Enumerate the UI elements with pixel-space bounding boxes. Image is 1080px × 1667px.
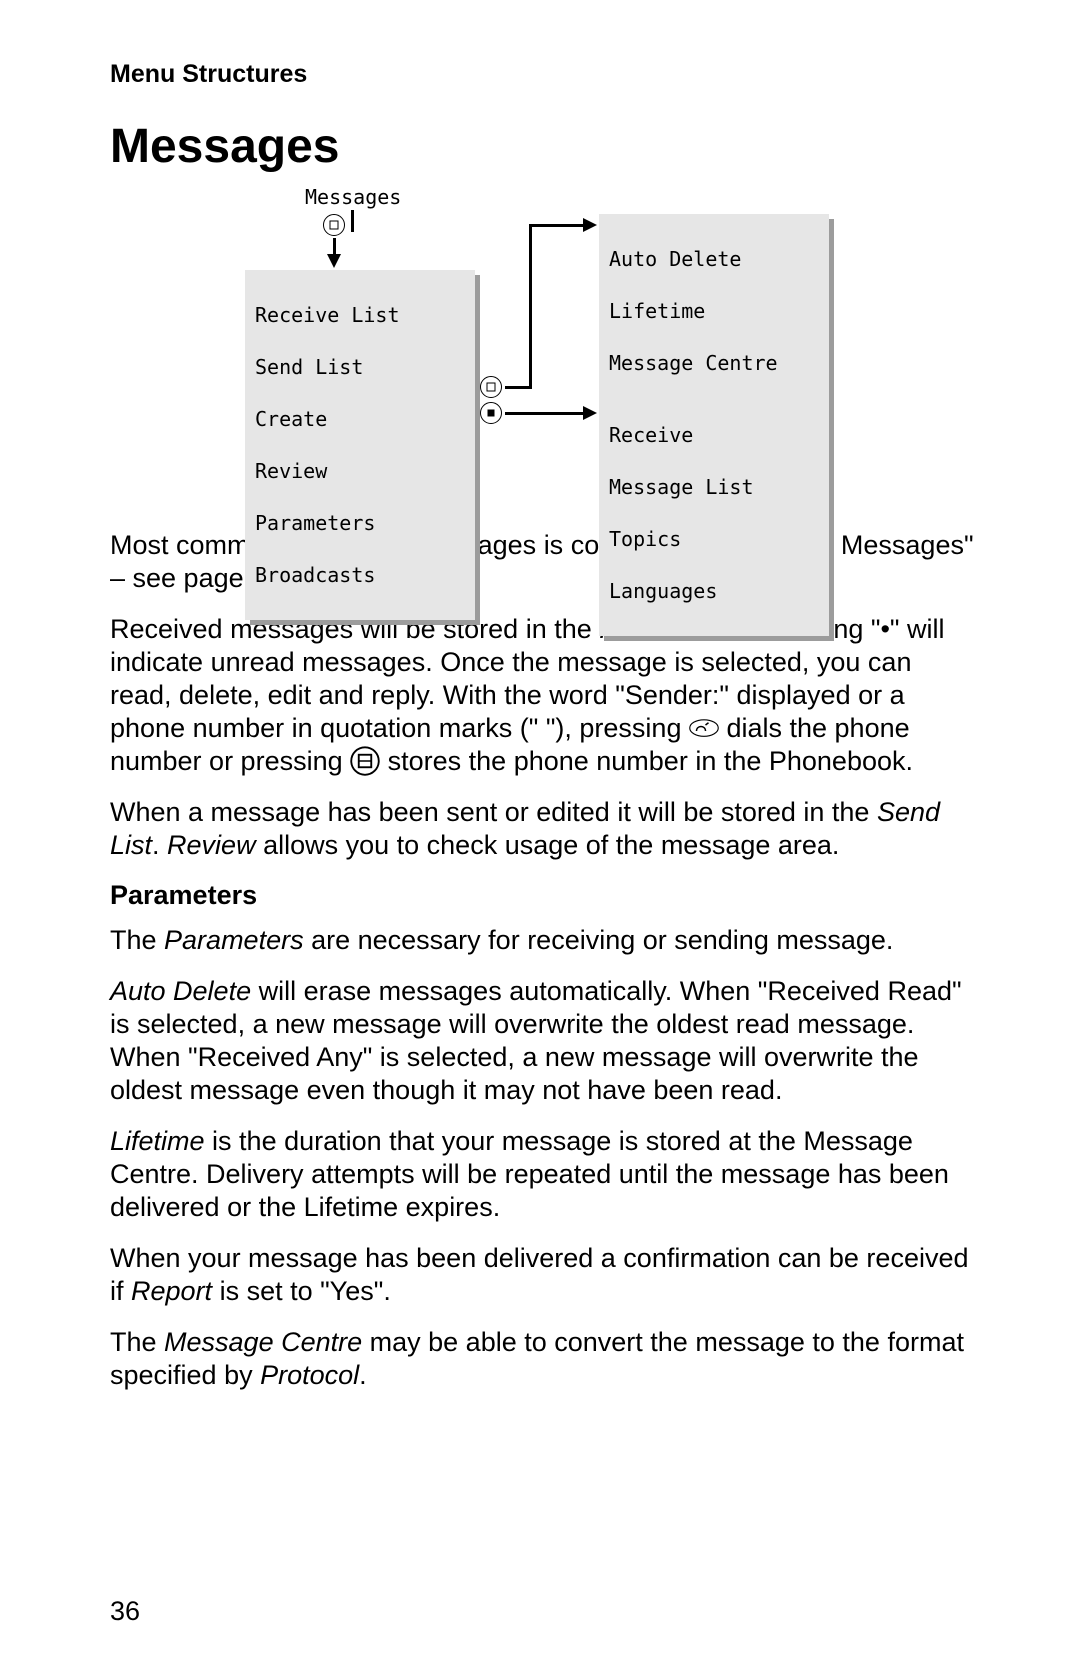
diagram-heading: Messages	[305, 184, 401, 210]
menu-item: Languages	[609, 578, 819, 604]
menu-item: Auto Delete	[609, 246, 819, 272]
section-label: Menu Structures	[110, 60, 980, 89]
paragraph: When your message has been delivered a c…	[110, 1242, 980, 1308]
paragraph: When a message has been sent or edited i…	[110, 796, 980, 862]
connector-line	[529, 224, 585, 227]
menu-item: Receive List	[255, 302, 465, 328]
paragraph: Lifetime is the duration that your messa…	[110, 1125, 980, 1224]
cursor-bar	[351, 210, 354, 232]
menu-item: Broadcasts	[255, 562, 465, 588]
phonebook-key-icon	[350, 746, 380, 776]
menu-item: Topics	[609, 526, 819, 552]
menu-item: Send List	[255, 354, 465, 380]
arrow-right-icon	[583, 406, 597, 420]
body-text: Most common use of the Messages is cover…	[110, 529, 980, 1392]
paragraph: The Message Centre may be able to conver…	[110, 1326, 980, 1392]
menu-box-broadcasts: Receive Message List Topics Languages	[599, 390, 829, 636]
arrow-right-icon	[583, 218, 597, 232]
subheading-parameters: Parameters	[110, 879, 980, 912]
send-key-icon	[689, 713, 719, 743]
connector-line	[505, 412, 585, 415]
page: Menu Structures Messages Messages Receiv…	[0, 0, 1080, 1667]
select-icon	[323, 214, 345, 236]
menu-item: Lifetime	[609, 298, 819, 324]
menu-item: Review	[255, 458, 465, 484]
connector-line	[529, 224, 532, 389]
page-number: 36	[110, 1596, 140, 1627]
paragraph: Most common use of the Messages is cover…	[110, 529, 980, 595]
menu-diagram: Messages Receive List Send List Create R…	[110, 184, 980, 514]
paragraph: The Parameters are necessary for receivi…	[110, 924, 980, 957]
menu-item: Create	[255, 406, 465, 432]
menu-item: Parameters	[255, 510, 465, 536]
menu-box-main: Receive List Send List Create Review Par…	[245, 270, 475, 620]
paragraph: Received messages will be stored in the …	[110, 613, 980, 778]
menu-item: Message List	[609, 474, 819, 500]
paragraph: Auto Delete will erase messages automati…	[110, 975, 980, 1107]
menu-item: Receive	[609, 422, 819, 448]
page-title: Messages	[110, 119, 980, 174]
connector-line	[505, 386, 531, 389]
select-icon	[480, 402, 502, 424]
arrow-down-icon	[327, 254, 341, 268]
select-icon	[480, 376, 502, 398]
menu-item: Message Centre	[609, 350, 819, 376]
